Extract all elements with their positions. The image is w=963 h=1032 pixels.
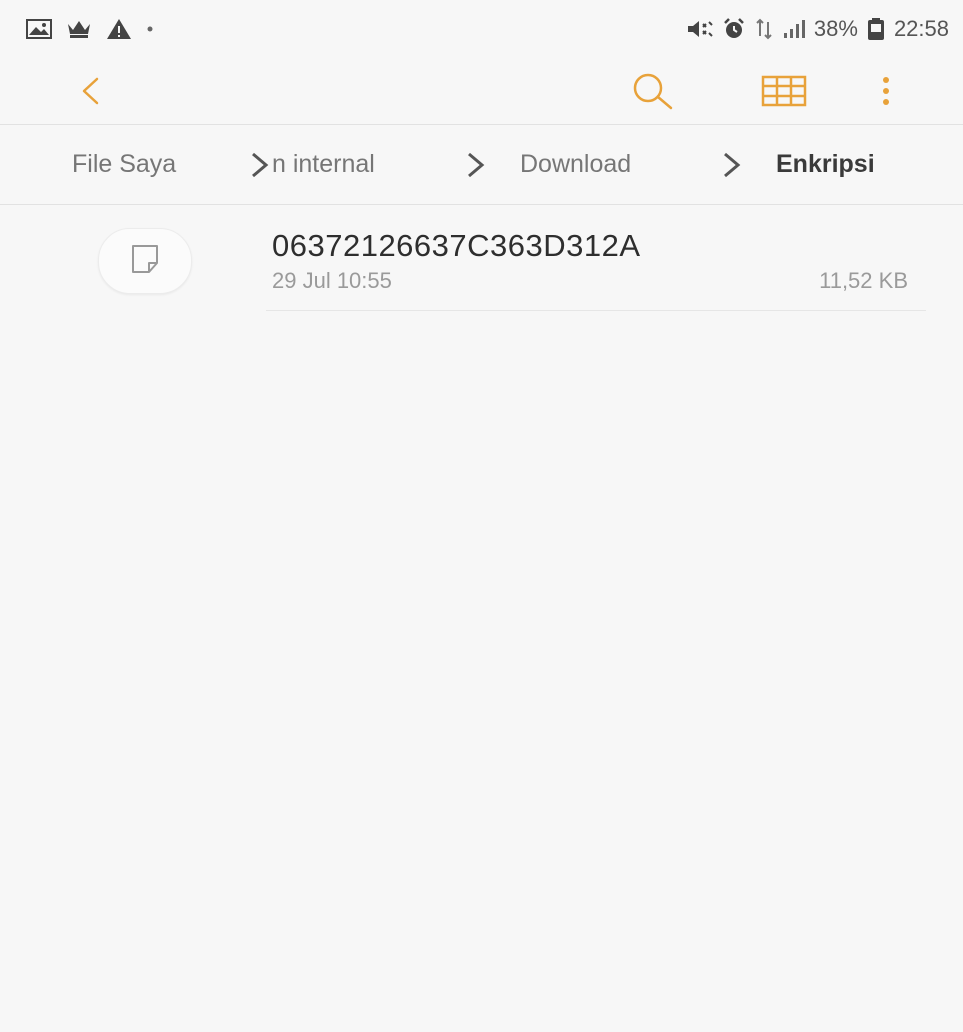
status-bar: 38% 22:58	[0, 0, 963, 62]
file-date: 29 Jul 10:55	[272, 268, 392, 293]
file-thumbnail	[98, 228, 192, 294]
breadcrumb-divider	[0, 204, 963, 205]
view-mode-button[interactable]	[756, 62, 812, 124]
back-button[interactable]	[70, 62, 110, 124]
list-item[interactable]: 06372126637C363D312A 29 Jul 10:55 11,52 …	[0, 206, 963, 312]
clock: 22:58	[893, 16, 949, 41]
breadcrumb-item-enkripsi[interactable]: Enkripsi	[776, 150, 875, 179]
warning-icon	[106, 18, 132, 40]
status-bar-right-icons: 38% 22:58	[686, 16, 949, 42]
file-size: 11,52 KB	[819, 268, 908, 293]
status-bar-left-icons	[26, 18, 154, 40]
data-transfer-icon	[754, 18, 774, 40]
toolbar-divider	[0, 124, 963, 125]
battery-icon	[866, 17, 886, 41]
crown-icon	[66, 18, 92, 40]
dot-icon	[146, 25, 154, 33]
breadcrumb-item-file-saya[interactable]: File Saya	[72, 150, 176, 179]
chevron-right-icon	[722, 152, 742, 183]
breadcrumb-item-internal[interactable]: n internal	[272, 150, 375, 179]
search-icon	[631, 71, 675, 116]
signal-icon	[782, 19, 806, 39]
list-item-divider	[266, 310, 926, 311]
file-icon	[130, 243, 160, 280]
chevron-left-icon	[79, 76, 101, 111]
more-options-button[interactable]	[866, 62, 906, 124]
battery-percent: 38%	[813, 16, 858, 41]
chevron-right-icon	[250, 152, 270, 183]
app-toolbar	[0, 62, 963, 124]
breadcrumb-item-download[interactable]: Download	[520, 150, 631, 179]
more-vert-icon	[881, 75, 891, 112]
search-button[interactable]	[628, 62, 678, 124]
chevron-right-icon	[466, 152, 486, 183]
file-name: 06372126637C363D312A	[272, 228, 641, 263]
mute-vibrate-icon	[686, 18, 714, 40]
alarm-icon	[722, 17, 746, 41]
grid-view-icon	[761, 75, 807, 112]
gallery-icon	[26, 19, 52, 39]
breadcrumb: File Saya n internal Download Enkripsi	[0, 126, 963, 204]
